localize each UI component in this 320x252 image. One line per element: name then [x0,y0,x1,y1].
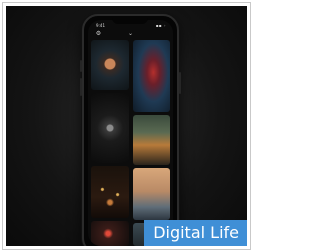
status-time: 9:41 [96,23,105,28]
lantern-photo[interactable] [91,40,129,90]
chevron-down-icon[interactable]: ⌄ [126,31,135,37]
watch-photo[interactable] [91,93,129,163]
phone-screen: 9:41 ▪▪ ◦ ⚙ ⌄ [88,20,173,246]
caption-label: Digital Life [144,220,247,246]
photo-stage: 9:41 ▪▪ ◦ ⚙ ⌄ Digital Life [6,6,247,246]
gear-icon[interactable]: ⚙ [94,31,103,37]
phone-power-button [179,72,181,94]
thumbnail-card[interactable]: 9:41 ▪▪ ◦ ⚙ ⌄ Digital Life [2,2,251,250]
landscape-photo[interactable] [133,168,170,220]
forest-road-photo[interactable] [133,115,170,165]
phone-notch [112,16,148,24]
night-lights-photo[interactable] [91,166,129,218]
phone-mockup: 9:41 ▪▪ ◦ ⚙ ⌄ [80,14,181,246]
status-icons: ▪▪ ◦ [155,23,166,28]
phone-volume-button [80,78,82,96]
red-smoke-photo[interactable] [133,40,170,112]
red-light-photo[interactable] [91,221,129,246]
phone-side-button [80,60,82,72]
